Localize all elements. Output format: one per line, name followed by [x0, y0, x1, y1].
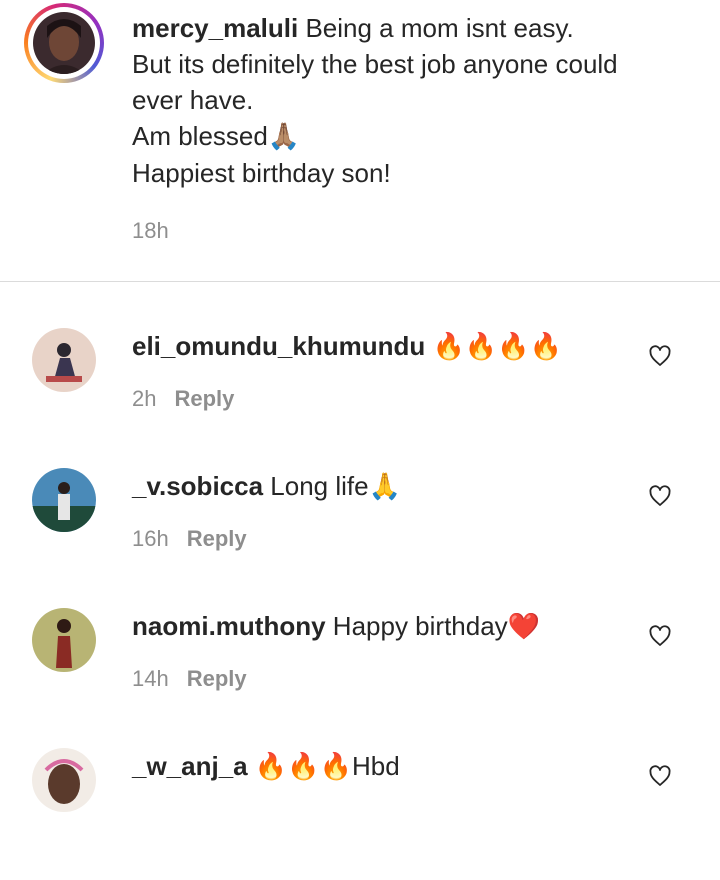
caption-timestamp: 18h [132, 218, 169, 243]
fire-emoji: 🔥🔥🔥 [254, 752, 352, 782]
comment-text: _v.sobicca Long life🙏 [132, 468, 401, 505]
comment-body: Hbd [352, 751, 400, 781]
comment-item: eli_omundu_khumundu 🔥🔥🔥🔥 2h Reply [0, 320, 720, 460]
praying-hands-emoji: 🙏🏽 [267, 122, 301, 152]
caption-line-1: mercy_maluli Being a mom isnt easy. [132, 10, 692, 46]
comment-body: Long life [270, 471, 369, 501]
caption-line-2: But its definitely the best job anyone c… [132, 49, 618, 79]
comment-username[interactable]: _v.sobicca [132, 471, 263, 501]
caption-line-5: Happiest birthday son! [132, 158, 391, 188]
caption-line-text: Being a mom isnt easy. [305, 13, 574, 43]
avatar-image [32, 608, 96, 672]
avatar[interactable] [32, 748, 96, 812]
comment-meta: 16h Reply [132, 526, 247, 552]
reply-button[interactable]: Reply [174, 386, 234, 411]
avatar-image [33, 12, 95, 74]
comment-username[interactable]: _w_anj_a [132, 751, 248, 781]
comment-meta: 14h Reply [132, 666, 247, 692]
caption-text: mercy_maluli Being a mom isnt easy. But … [132, 10, 692, 191]
comment-text: eli_omundu_khumundu 🔥🔥🔥🔥 [132, 328, 562, 365]
story-ring[interactable] [24, 3, 104, 83]
comment-text: _w_anj_a 🔥🔥🔥Hbd [132, 748, 400, 785]
avatar-image [32, 328, 96, 392]
fire-emoji: 🔥🔥🔥🔥 [432, 332, 562, 362]
comment-timestamp: 14h [132, 666, 169, 691]
avatar-image [32, 748, 96, 812]
caption-line-4: Am blessed🙏🏽 [132, 118, 692, 155]
praying-hands-emoji: 🙏 [368, 472, 401, 502]
comment-timestamp: 16h [132, 526, 169, 551]
heart-outline-icon[interactable] [648, 764, 672, 788]
comment-text: naomi.muthony Happy birthday❤️ [132, 608, 540, 645]
post-caption: mercy_maluli Being a mom isnt easy. But … [0, 0, 720, 282]
caption-line-text: Am blessed [132, 121, 268, 151]
heart-outline-icon[interactable] [648, 344, 672, 368]
comment-item: _v.sobicca Long life🙏 16h Reply [0, 460, 720, 600]
comment-username[interactable]: naomi.muthony [132, 611, 326, 641]
heart-outline-icon[interactable] [648, 484, 672, 508]
caption-line-3: ever have. [132, 85, 254, 115]
comment-timestamp: 2h [132, 386, 157, 411]
comment-meta: 2h Reply [132, 386, 234, 412]
reply-button[interactable]: Reply [187, 526, 247, 551]
caption-username[interactable]: mercy_maluli [132, 13, 298, 43]
avatar[interactable] [33, 12, 95, 74]
comment-item: _w_anj_a 🔥🔥🔥Hbd [0, 740, 720, 880]
avatar-image [32, 468, 96, 532]
heart-emoji: ❤️ [507, 612, 541, 642]
divider [0, 281, 720, 282]
comment-username[interactable]: eli_omundu_khumundu [132, 331, 425, 361]
heart-outline-icon[interactable] [648, 624, 672, 648]
avatar[interactable] [32, 468, 96, 532]
comment-body: Happy birthday [332, 611, 508, 641]
comment-item: naomi.muthony Happy birthday❤️ 14h Reply [0, 600, 720, 740]
avatar[interactable] [32, 608, 96, 672]
reply-button[interactable]: Reply [187, 666, 247, 691]
avatar[interactable] [32, 328, 96, 392]
